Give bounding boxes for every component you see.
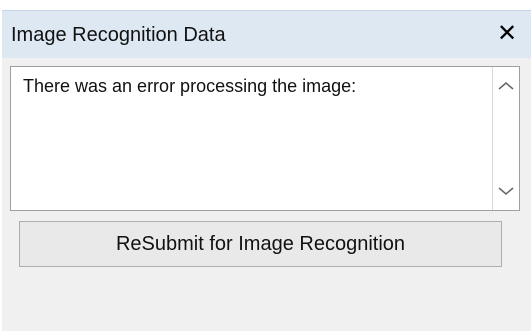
scroll-track[interactable] xyxy=(493,105,519,172)
close-button[interactable]: ✕ xyxy=(490,17,524,51)
resubmit-image-recognition-button[interactable]: ReSubmit for Image Recognition xyxy=(19,221,502,267)
chevron-up-icon xyxy=(498,82,514,90)
error-message: There was an error processing the image: xyxy=(23,76,357,96)
scroll-up-button[interactable] xyxy=(493,73,519,99)
vertical-scrollbar[interactable] xyxy=(492,67,519,210)
window-title: Image Recognition Data xyxy=(11,24,226,46)
scroll-down-button[interactable] xyxy=(493,178,519,204)
recognition-output-textbox[interactable]: There was an error processing the image: xyxy=(10,66,520,211)
close-icon: ✕ xyxy=(496,20,518,47)
chevron-down-icon xyxy=(498,187,514,195)
title-strip: Image Recognition Data ✕ xyxy=(2,10,531,58)
title-bar: Image Recognition Data ✕ xyxy=(0,0,531,58)
content-area: There was an error processing the image:… xyxy=(2,58,531,331)
image-recognition-panel: Image Recognition Data ✕ There was an er… xyxy=(0,0,531,331)
